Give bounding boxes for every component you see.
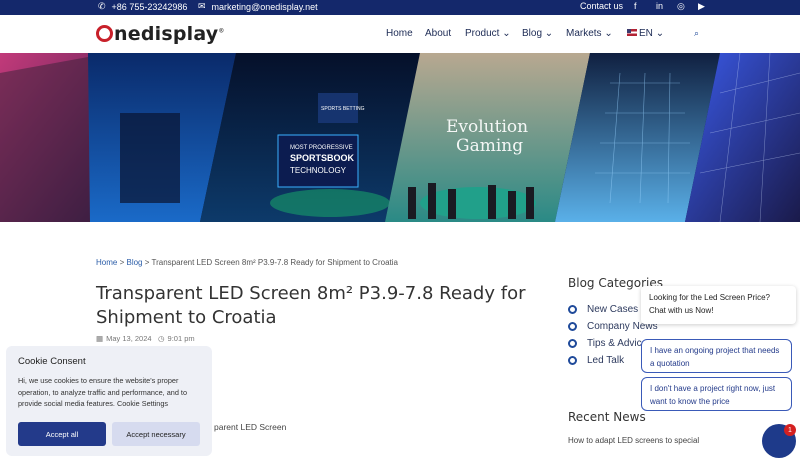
post-time-text: 9:01 pm bbox=[167, 334, 195, 343]
circle-icon bbox=[568, 322, 577, 331]
circle-icon bbox=[568, 305, 577, 314]
cookie-consent-banner: Cookie Consent Hi, we use cookies to ens… bbox=[6, 346, 212, 456]
nav-product-label: Product bbox=[465, 28, 500, 39]
linkedin-icon[interactable]: in bbox=[656, 1, 663, 11]
recent-news-item[interactable]: How to adapt LED screens to special bbox=[568, 436, 728, 445]
main-nav: nedisplay® Home About Product ⌄ Blog ⌄ M… bbox=[0, 15, 800, 53]
search-icon[interactable]: ⌕ bbox=[694, 28, 699, 39]
category-label: Tips & Advice bbox=[587, 338, 648, 349]
page-title: Transparent LED Screen 8m² P3.9-7.8 Read… bbox=[96, 283, 526, 328]
banner-text-2: SPORTSBOOK bbox=[290, 153, 355, 163]
nav-blog-label: Blog bbox=[522, 28, 543, 39]
nav-blog[interactable]: Blog ⌄ bbox=[522, 28, 553, 39]
accept-all-button[interactable]: Accept all bbox=[18, 422, 106, 446]
chat-prompt-message: Looking for the Led Screen Price? Chat w… bbox=[641, 286, 796, 324]
chevron-down-icon: ⌄ bbox=[502, 28, 511, 39]
accept-necessary-button[interactable]: Accept necessary bbox=[112, 422, 200, 446]
calendar-icon: ▦ bbox=[96, 334, 104, 343]
facebook-icon[interactable]: f bbox=[634, 1, 637, 11]
category-new-cases[interactable]: New Cases bbox=[568, 304, 638, 315]
post-date: ▦ May 13, 2024 bbox=[96, 334, 152, 343]
mail-icon: ✉ bbox=[198, 1, 206, 11]
banner-text-3: TECHNOLOGY bbox=[290, 166, 347, 175]
circle-icon bbox=[568, 339, 577, 348]
chevron-down-icon: ⌄ bbox=[604, 28, 613, 39]
nav-about[interactable]: About bbox=[425, 28, 451, 39]
site-logo[interactable]: nedisplay® bbox=[96, 23, 225, 45]
category-label: New Cases bbox=[587, 304, 639, 315]
hero-banner: MOST PROGRESSIVE SPORTSBOOK TECHNOLOGY S… bbox=[0, 53, 800, 222]
top-bar: ✆ +86 755-23242986 ✉ marketing@onedispla… bbox=[0, 0, 800, 15]
body-text-partial: parent LED Screen bbox=[214, 422, 287, 432]
banner-brand-1: Evolution bbox=[446, 117, 528, 137]
breadcrumb-home[interactable]: Home bbox=[96, 258, 117, 267]
chevron-down-icon: ⌄ bbox=[655, 28, 665, 39]
breadcrumb-current: Transparent LED Screen 8m² P3.9-7.8 Read… bbox=[151, 258, 398, 267]
chat-unread-badge: 1 bbox=[784, 424, 796, 436]
banner-image: MOST PROGRESSIVE SPORTSBOOK TECHNOLOGY S… bbox=[0, 53, 800, 222]
phone-number: +86 755-23242986 bbox=[111, 1, 188, 12]
logo-mark bbox=[96, 25, 113, 42]
registered-mark: ® bbox=[218, 27, 225, 35]
chat-option-quotation[interactable]: I have an ongoing project that needs a q… bbox=[641, 339, 792, 373]
post-time: ◷ 9:01 pm bbox=[158, 334, 195, 343]
breadcrumb-blog[interactable]: Blog bbox=[126, 258, 142, 267]
email-address: marketing@onedisplay.net bbox=[211, 1, 318, 12]
instagram-icon[interactable]: ◎ bbox=[677, 1, 685, 12]
phone-contact[interactable]: ✆ +86 755-23242986 bbox=[98, 1, 187, 12]
nav-markets-label: Markets bbox=[566, 28, 602, 39]
language-selector[interactable]: EN ⌄ bbox=[627, 28, 664, 39]
phone-icon: ✆ bbox=[98, 1, 106, 11]
nav-home[interactable]: Home bbox=[386, 28, 413, 39]
category-label: Led Talk bbox=[587, 355, 625, 366]
chat-option-price[interactable]: I don't have a project right now, just w… bbox=[641, 377, 792, 411]
chevron-down-icon: ⌄ bbox=[544, 28, 554, 39]
us-flag-icon bbox=[627, 29, 637, 36]
clock-icon: ◷ bbox=[158, 334, 165, 343]
contact-us-link[interactable]: Contact us bbox=[580, 1, 623, 11]
circle-icon bbox=[568, 356, 577, 365]
breadcrumb-separator: > bbox=[119, 258, 125, 267]
category-led-talk[interactable]: Led Talk bbox=[568, 355, 624, 366]
breadcrumb-separator: > bbox=[144, 258, 150, 267]
banner-text-1: MOST PROGRESSIVE bbox=[290, 145, 353, 151]
language-label: EN bbox=[639, 28, 653, 39]
post-date-text: May 13, 2024 bbox=[106, 334, 152, 343]
nav-product[interactable]: Product ⌄ bbox=[465, 28, 511, 39]
cookie-title: Cookie Consent bbox=[18, 356, 86, 367]
banner-brand-2: Gaming bbox=[456, 136, 523, 156]
email-contact[interactable]: ✉ marketing@onedisplay.net bbox=[198, 1, 318, 12]
nav-markets[interactable]: Markets ⌄ bbox=[566, 28, 613, 39]
breadcrumb: Home > Blog > Transparent LED Screen 8m²… bbox=[96, 258, 398, 267]
cookie-text: Hi, we use cookies to ensure the website… bbox=[18, 376, 188, 408]
banner-sign: SPORTS BETTING bbox=[321, 106, 365, 112]
youtube-icon[interactable]: ▶ bbox=[698, 1, 705, 12]
category-tips-advice[interactable]: Tips & Advice bbox=[568, 338, 647, 349]
recent-news-heading: Recent News bbox=[568, 410, 646, 424]
logo-text: nedisplay bbox=[114, 23, 219, 45]
